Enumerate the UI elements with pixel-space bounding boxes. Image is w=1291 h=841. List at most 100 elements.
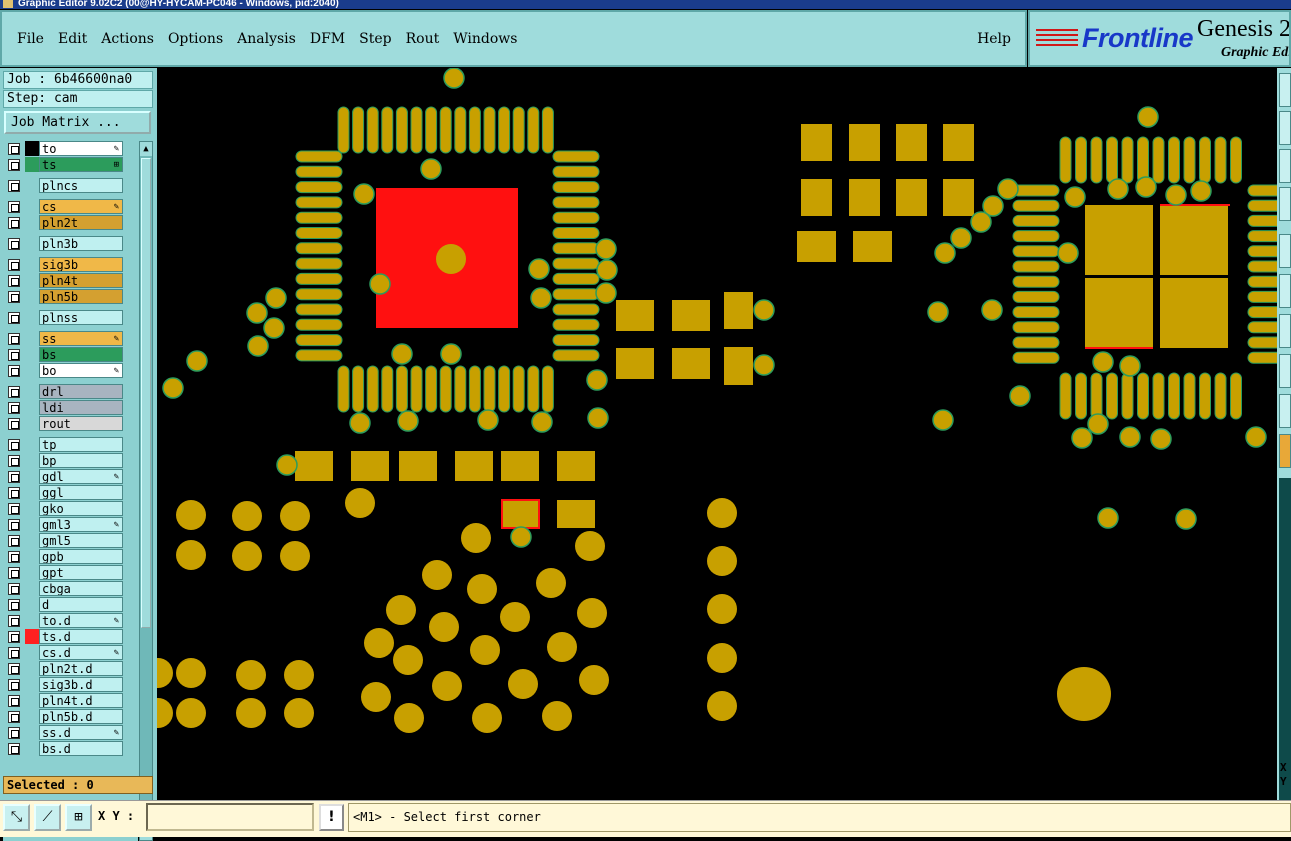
via-pad[interactable] <box>443 68 465 89</box>
layer-checkbox[interactable] <box>8 455 20 467</box>
ic-pin[interactable] <box>552 349 600 362</box>
layer-checkbox[interactable] <box>8 312 20 324</box>
ic-pin[interactable] <box>1059 372 1072 420</box>
ic-pin[interactable] <box>381 365 394 413</box>
layer-row-ts-d[interactable]: ts.d <box>3 629 138 644</box>
ic-pin[interactable] <box>1012 290 1060 303</box>
via-pad[interactable] <box>753 354 775 376</box>
layer-color-swatch[interactable] <box>25 331 39 346</box>
via-pad[interactable] <box>364 628 394 658</box>
layer-row-d[interactable]: d <box>3 597 138 612</box>
via-pad[interactable] <box>1097 507 1119 529</box>
layer-row-gko[interactable]: gko <box>3 501 138 516</box>
layer-name[interactable]: bp <box>39 453 123 468</box>
smd-pad[interactable] <box>896 124 927 161</box>
layer-name[interactable]: ts ⊞ <box>39 157 123 172</box>
layer-name[interactable]: gko <box>39 501 123 516</box>
ic-pin[interactable] <box>1247 275 1277 288</box>
layer-checkbox[interactable] <box>8 551 20 563</box>
layer-row-gpb[interactable]: gpb <box>3 549 138 564</box>
layer-name[interactable]: pln5b.d <box>39 709 123 724</box>
via-pad[interactable] <box>1119 426 1141 448</box>
via-pad[interactable] <box>1175 508 1197 530</box>
layer-color-swatch[interactable] <box>25 469 39 484</box>
layer-checkbox[interactable] <box>8 583 20 595</box>
layer-row-pln5b-d[interactable]: pln5b.d <box>3 709 138 724</box>
layer-color-swatch[interactable] <box>25 178 39 193</box>
ic-pin[interactable] <box>1075 136 1087 184</box>
ic-pin[interactable] <box>1247 260 1277 273</box>
ic-pin[interactable] <box>1012 214 1060 227</box>
layer-name[interactable]: drl <box>39 384 123 399</box>
layer-color-swatch[interactable] <box>25 597 39 612</box>
via-pad[interactable] <box>361 682 391 712</box>
layer-name[interactable]: bs <box>39 347 123 362</box>
ic-pin[interactable] <box>1106 136 1118 184</box>
ic-pin[interactable] <box>498 106 511 154</box>
ic-pin[interactable] <box>468 365 481 413</box>
via-pad[interactable] <box>1009 385 1031 407</box>
ic-pin[interactable] <box>1230 372 1242 420</box>
ic-pin[interactable] <box>552 181 600 194</box>
ic-pin[interactable] <box>1090 136 1103 184</box>
via-pad[interactable] <box>528 258 550 280</box>
layer-row-plncs[interactable]: plncs <box>3 178 138 193</box>
menu-edit[interactable]: Edit <box>51 31 94 47</box>
menu-actions[interactable]: Actions <box>94 31 161 47</box>
via-pad[interactable] <box>1087 413 1109 435</box>
via-pad[interactable] <box>422 560 452 590</box>
via-pad[interactable] <box>508 669 538 699</box>
via-pad[interactable] <box>536 568 566 598</box>
via-pad[interactable] <box>440 343 462 365</box>
layer-name[interactable]: plnss <box>39 310 123 325</box>
layer-color-swatch[interactable] <box>25 645 39 660</box>
layer-color-swatch[interactable] <box>25 629 39 644</box>
tool-button[interactable] <box>1279 111 1291 145</box>
ic-pin[interactable] <box>1137 136 1149 184</box>
layer-name[interactable]: gpt <box>39 565 123 580</box>
ic-pin[interactable] <box>1121 136 1134 184</box>
layer-color-swatch[interactable] <box>25 741 39 756</box>
ic-pin[interactable] <box>552 211 600 224</box>
smd-pad[interactable] <box>724 292 753 329</box>
ic-pin[interactable] <box>1199 372 1211 420</box>
via-pad[interactable] <box>927 301 949 323</box>
layer-row-gpt[interactable]: gpt <box>3 565 138 580</box>
layer-color-swatch[interactable] <box>25 236 39 251</box>
layer-checkbox[interactable] <box>8 615 20 627</box>
ic-pin[interactable] <box>1230 136 1242 184</box>
via-pad[interactable] <box>707 546 737 576</box>
via-pad[interactable] <box>587 407 609 429</box>
via-pad[interactable] <box>1092 351 1114 373</box>
layer-checkbox[interactable] <box>8 217 20 229</box>
ic-pin[interactable] <box>395 106 408 154</box>
via-pad[interactable] <box>934 242 956 264</box>
layer-color-swatch[interactable] <box>25 661 39 676</box>
layer-color-swatch[interactable] <box>25 581 39 596</box>
layer-row-tp[interactable]: tp <box>3 437 138 452</box>
via-pad[interactable] <box>1119 355 1141 377</box>
via-pad[interactable] <box>586 369 608 391</box>
smd-pad[interactable] <box>943 179 974 216</box>
layer-checkbox[interactable] <box>8 402 20 414</box>
ic-pin[interactable] <box>552 150 600 163</box>
tool-button[interactable] <box>1279 73 1291 107</box>
via-pad[interactable] <box>753 299 775 321</box>
ic-pin[interactable] <box>1012 184 1060 197</box>
layer-name[interactable]: gdl ✎ <box>39 469 123 484</box>
smd-pad[interactable] <box>797 231 836 262</box>
ic-pin[interactable] <box>1168 136 1180 184</box>
via-pad[interactable] <box>1137 106 1159 128</box>
layer-name[interactable]: cs ✎ <box>39 199 123 214</box>
menu-options[interactable]: Options <box>161 31 230 47</box>
layer-checkbox[interactable] <box>8 519 20 531</box>
layer-color-swatch[interactable] <box>25 310 39 325</box>
layer-color-swatch[interactable] <box>25 693 39 708</box>
layer-checkbox[interactable] <box>8 201 20 213</box>
ic-pin[interactable] <box>1121 372 1134 420</box>
via-pad[interactable] <box>997 178 1019 200</box>
ic-pin[interactable] <box>295 349 343 362</box>
layer-color-swatch[interactable] <box>25 453 39 468</box>
layer-checkbox[interactable] <box>8 418 20 430</box>
via-pad[interactable] <box>577 598 607 628</box>
